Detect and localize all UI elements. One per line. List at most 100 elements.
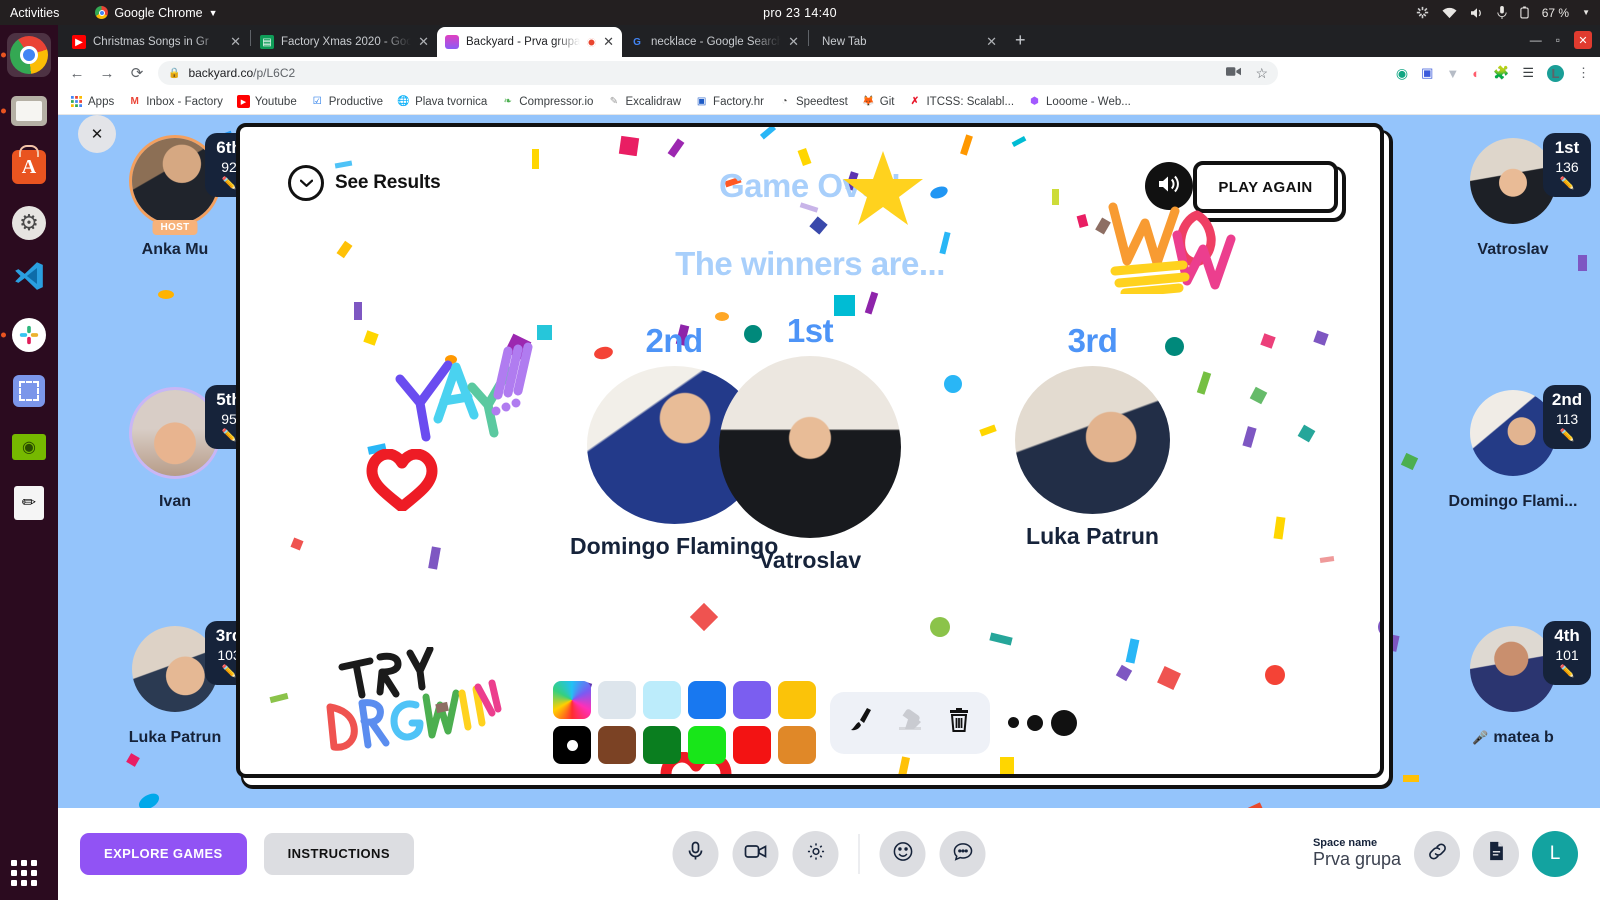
maximize-button[interactable]: ▫ — [1556, 33, 1560, 47]
brush-size-large[interactable] — [1051, 709, 1077, 736]
dock-item-settings[interactable]: ⚙ — [7, 201, 51, 245]
tab-factory-xmas[interactable]: ▤ Factory Xmas 2020 - Goog ✕ — [252, 27, 437, 57]
bookmark-inbox-factory[interactable]: M Inbox - Factory — [128, 95, 223, 108]
participant-tile[interactable]: 1st 136 ✏️ Vatroslav — [1423, 133, 1600, 259]
podium-place-1[interactable]: 1st Vatroslav — [719, 312, 901, 572]
color-swatch-rainbow[interactable] — [553, 681, 591, 719]
color-swatch[interactable] — [643, 681, 681, 719]
v-extension-icon[interactable]: ▼ — [1446, 66, 1459, 81]
close-icon[interactable]: ✕ — [603, 34, 614, 50]
url-host: backyard.co — [188, 66, 254, 80]
tab-backyard[interactable]: Backyard - Prva grupa ✕ — [437, 27, 622, 57]
grammarly-icon[interactable]: ◉ — [1396, 65, 1408, 82]
tab-christmas-songs[interactable]: ▶ Christmas Songs in Gr ✕ — [64, 27, 249, 57]
loom-icon[interactable]: ◐ — [1472, 66, 1480, 81]
color-swatch[interactable] — [598, 726, 636, 764]
color-swatch[interactable] — [778, 681, 816, 719]
toolbar-extensions: ◉ ▣ ▼ ◐ 🧩 ☰ L ⋮ — [1396, 64, 1590, 82]
dock-item-screenshot[interactable] — [7, 369, 51, 413]
instructions-button[interactable]: INSTRUCTIONS — [263, 832, 414, 875]
color-swatch[interactable] — [688, 681, 726, 719]
name-text: Luka Patrun — [128, 729, 222, 746]
space-name[interactable]: Space name Prva grupa — [1313, 837, 1401, 870]
bookmark-git[interactable]: 🦊 Git — [862, 95, 894, 108]
settings-button[interactable] — [792, 830, 839, 877]
dock-item-software[interactable]: A — [7, 145, 51, 189]
avatar[interactable]: L — [1547, 64, 1564, 82]
bookmark-looome[interactable]: ⬢ Looome - Web... — [1028, 95, 1131, 108]
dock-item-slack[interactable] — [1, 313, 51, 357]
color-swatch[interactable] — [778, 726, 816, 764]
close-icon[interactable]: ✕ — [788, 34, 799, 50]
dock-item-files[interactable] — [1, 89, 51, 133]
tab-necklace-search[interactable]: G necklace - Google Search ✕ — [622, 27, 807, 57]
participant-tile[interactable]: 2nd 113 ✏️ Domingo Flami... — [1423, 385, 1600, 511]
dock-item-vscode[interactable] — [7, 257, 51, 301]
minimize-button[interactable]: — — [1530, 33, 1542, 47]
brush-size-small[interactable] — [1008, 717, 1019, 728]
color-swatch[interactable] — [733, 726, 771, 764]
close-icon[interactable]: ✕ — [230, 34, 241, 50]
color-swatch[interactable] — [643, 726, 681, 764]
microphone-button[interactable] — [672, 830, 719, 877]
sound-toggle-button[interactable] — [1145, 162, 1193, 210]
system-clock[interactable]: pro 23 14:40 — [0, 6, 1600, 20]
forward-button[interactable]: → — [98, 65, 116, 82]
system-tray[interactable]: 67 % ▼ — [1416, 6, 1590, 20]
game-canvas[interactable]: See Results Game Over! The winners are..… — [240, 127, 1380, 774]
bookmark-apps[interactable]: Apps — [70, 95, 114, 108]
copy-link-button[interactable] — [1414, 830, 1460, 877]
screen-icon[interactable]: ▣ — [1421, 65, 1433, 81]
browser-toolbar: ← → ⟳ 🔒 backyard.co/p/L6C2 ☆ ◉ ▣ ▼ ◐ 🧩 ☰… — [58, 57, 1600, 89]
reload-button[interactable]: ⟳ — [128, 64, 146, 82]
color-swatch[interactable] — [688, 726, 726, 764]
bookmark-youtube[interactable]: ▶ Youtube — [236, 95, 297, 108]
user-avatar[interactable]: L — [1532, 830, 1578, 877]
back-button[interactable]: ← — [68, 65, 86, 82]
podium-place-3[interactable]: 3rd Luka Patrun — [1015, 322, 1170, 548]
star-icon[interactable]: ☆ — [1255, 65, 1268, 82]
dock-item-texteditor[interactable]: ✏ — [7, 481, 51, 525]
tab-new-tab[interactable]: New Tab ✕ — [810, 27, 1005, 57]
chat-button[interactable] — [939, 830, 986, 877]
emoji-button[interactable] — [879, 830, 926, 877]
playlist-icon[interactable]: ☰ — [1522, 65, 1534, 81]
bookmark-productive[interactable]: ☑ Productive — [311, 95, 383, 108]
participant-tile[interactable]: 4th 101 ✏️ 🎤 matea b — [1423, 621, 1600, 747]
chrome-menu-button[interactable]: ⋮ — [1577, 65, 1590, 81]
play-again-button[interactable]: PLAY AGAIN — [1193, 161, 1338, 213]
confetti — [960, 134, 973, 156]
bookmark-compressor[interactable]: ❧ Compressor.io — [501, 95, 594, 108]
bookmark-factory-hr[interactable]: ▣ Factory.hr — [695, 95, 764, 108]
brush-icon[interactable] — [849, 706, 875, 740]
color-swatch[interactable] — [598, 681, 636, 719]
media-controls — [672, 830, 986, 877]
close-icon[interactable]: ✕ — [418, 34, 429, 50]
close-icon[interactable]: ✕ — [986, 34, 997, 50]
ubuntu-software-icon: A — [12, 145, 46, 184]
new-tab-button[interactable]: + — [1015, 30, 1026, 51]
bookmark-excalidraw[interactable]: ✎ Excalidraw — [607, 95, 681, 108]
explore-games-button[interactable]: EXPLORE GAMES — [80, 832, 247, 875]
color-swatch-selected[interactable] — [553, 726, 591, 764]
gear-icon: ⚙ — [12, 206, 46, 240]
camera-icon[interactable] — [1226, 66, 1242, 80]
dock-item-chrome[interactable] — [1, 33, 51, 77]
bottom-bar: EXPLORE GAMES INSTRUCTIONS Space name Pr… — [58, 808, 1600, 899]
notes-button[interactable] — [1473, 830, 1519, 877]
bookmark-itcss[interactable]: ✗ ITCSS: Scalabl... — [908, 95, 1014, 108]
color-swatch[interactable] — [733, 681, 771, 719]
bookmark-plava-tvornica[interactable]: 🌐 Plava tvornica — [397, 95, 487, 108]
trash-icon[interactable] — [947, 707, 971, 739]
close-window-button[interactable]: ✕ — [1574, 31, 1592, 49]
bookmark-speedtest[interactable]: ◔ Speedtest — [778, 95, 847, 108]
document-icon — [1488, 841, 1505, 866]
address-bar[interactable]: 🔒 backyard.co/p/L6C2 ☆ — [158, 61, 1278, 85]
camera-button[interactable] — [732, 830, 779, 877]
show-applications-button[interactable] — [11, 860, 37, 886]
brush-size-medium[interactable] — [1027, 714, 1043, 731]
puzzle-icon[interactable]: 🧩 — [1493, 65, 1509, 81]
dock-item-nvidia[interactable]: ◉ — [7, 425, 51, 469]
eraser-icon[interactable] — [897, 708, 924, 737]
bookmark-label: Plava tvornica — [415, 95, 488, 108]
